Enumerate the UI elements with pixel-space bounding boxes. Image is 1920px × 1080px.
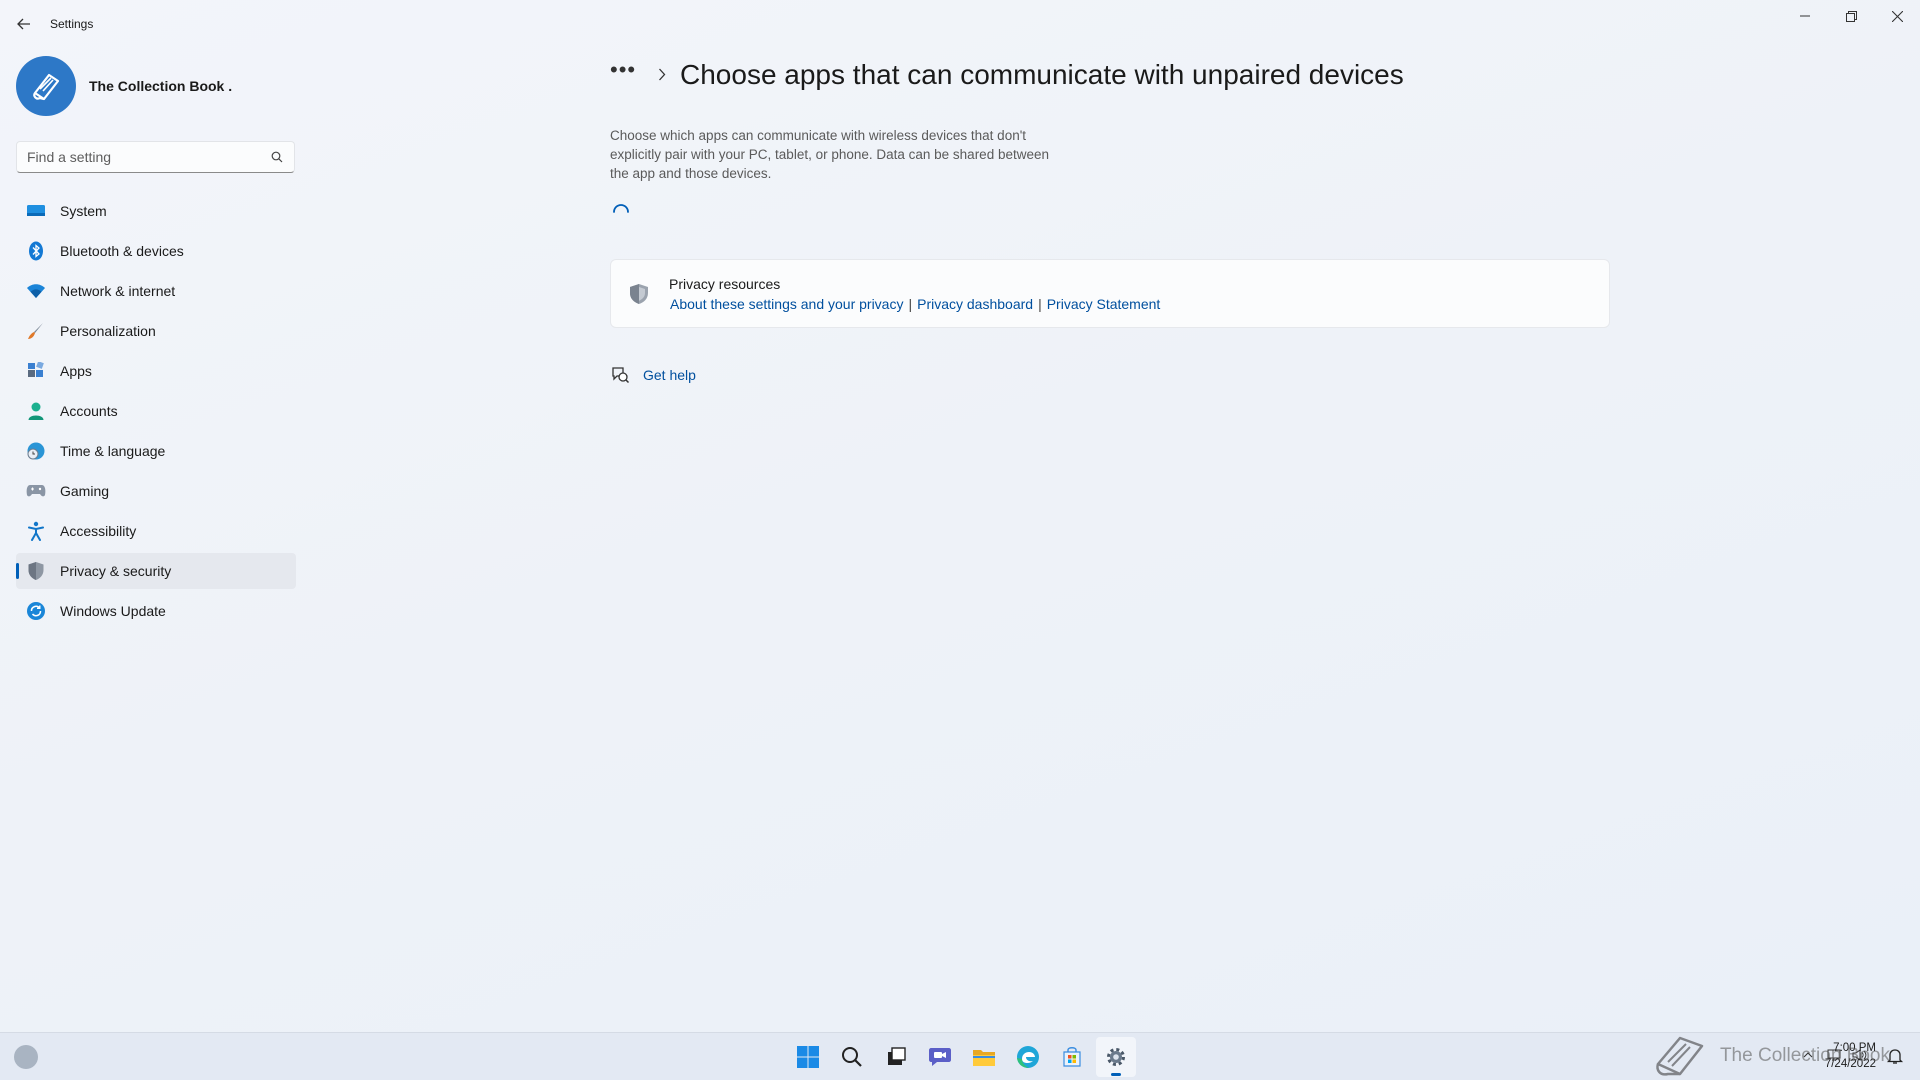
sidebar-item-label: Privacy & security [60,563,172,579]
bluetooth-icon [26,241,46,261]
sidebar-item-gaming[interactable]: Gaming [16,473,296,509]
sidebar-item-privacy-security[interactable]: Privacy & security [16,553,296,589]
breadcrumb: ••• Choose apps that can communicate wit… [610,52,1610,98]
shield-icon [627,282,651,306]
main-content: ••• Choose apps that can communicate wit… [610,52,1610,385]
privacy-statement-link[interactable]: Privacy Statement [1047,296,1161,312]
sidebar-item-bluetooth[interactable]: Bluetooth & devices [16,233,296,269]
arrow-left-icon [17,18,30,30]
sidebar-item-accessibility[interactable]: Accessibility [16,513,296,549]
system-icon [26,201,46,221]
back-button[interactable] [12,12,36,36]
about-privacy-link[interactable]: About these settings and your privacy [670,296,903,312]
shield-icon [26,561,46,581]
gamepad-icon [26,481,46,501]
sidebar-item-label: Accessibility [60,523,137,539]
close-icon [1891,10,1903,22]
privacy-links: About these settings and your privacy | … [670,296,1160,312]
update-icon [26,601,46,621]
chat-icon[interactable] [920,1037,960,1077]
chevron-right-icon [658,65,666,86]
restore-icon [1845,10,1857,22]
sidebar-item-label: System [60,203,107,219]
sidebar-item-network[interactable]: Network & internet [16,273,296,309]
link-separator: | [908,296,913,312]
taskbar: 7:00 PM 7/24/2022 [0,1032,1920,1080]
search-input[interactable] [27,149,270,165]
sidebar-item-label: Time & language [60,443,166,459]
minimize-icon [1800,15,1810,17]
page-description: Choose which apps can communicate with w… [610,128,1049,181]
apps-icon [26,361,46,381]
notification-bell-icon[interactable] [1886,1047,1904,1065]
sidebar-item-label: Windows Update [60,603,166,619]
sidebar-item-apps[interactable]: Apps [16,353,296,389]
sidebar-item-personalization[interactable]: Personalization [16,313,296,349]
sidebar-item-label: Accounts [60,403,118,419]
search-box [16,141,295,173]
taskbar-apps [788,1037,1140,1077]
chevron-up-icon[interactable] [1798,1045,1818,1065]
privacy-resources-card: Privacy resources About these settings a… [610,259,1610,328]
sidebar-item-system[interactable]: System [16,193,296,229]
sidebar-item-label: Gaming [60,483,110,499]
edge-icon[interactable] [1008,1037,1048,1077]
sidebar-item-label: Bluetooth & devices [60,243,184,259]
window-controls [1782,0,1920,32]
get-help-link[interactable]: Get help [643,367,696,383]
loading-spinner-icon [612,203,630,221]
title-bar: Settings [0,0,1920,48]
file-explorer-icon[interactable] [964,1037,1004,1077]
task-view-icon[interactable] [876,1037,916,1077]
avatar [16,56,76,116]
user-profile[interactable]: The Collection Book . [16,56,232,116]
taskbar-clock[interactable]: 7:00 PM 7/24/2022 [1825,1040,1876,1072]
help-chat-icon [610,365,630,385]
wifi-icon [26,281,46,301]
brush-icon [26,321,46,341]
sidebar-nav: System Bluetooth & devices Network & int… [16,193,296,633]
sidebar-item-windows-update[interactable]: Windows Update [16,593,296,629]
link-separator: | [1038,296,1042,312]
get-help-row: Get help [610,365,1610,385]
sidebar-item-label: Network & internet [60,283,176,299]
clock-date: 7/24/2022 [1824,1058,1876,1070]
sidebar-item-label: Apps [60,363,92,379]
minimize-button[interactable] [1782,0,1828,32]
settings-window: Settings The Collection Book . Find a se… [0,0,1920,1032]
search-icon[interactable] [832,1037,872,1077]
restore-button[interactable] [1828,0,1874,32]
book-icon [33,73,60,101]
start-icon[interactable] [788,1037,828,1077]
store-icon[interactable] [1052,1037,1092,1077]
privacy-resources-title: Privacy resources [669,276,781,292]
search-icon[interactable] [270,150,284,164]
app-title: Settings [50,17,94,31]
privacy-dashboard-link[interactable]: Privacy dashboard [917,296,1033,312]
sidebar-item-accounts[interactable]: Accounts [16,393,296,429]
widgets-icon[interactable] [14,1045,38,1069]
profile-name: The Collection Book . [89,78,233,94]
sidebar-item-label: Personalization [60,323,156,339]
globe-clock-icon [26,441,46,461]
clock-time: 7:00 PM [1833,1042,1876,1054]
sidebar-item-time-language[interactable]: Time & language [16,433,296,469]
breadcrumb-more-button[interactable]: ••• [610,59,646,81]
settings-icon[interactable] [1096,1037,1136,1077]
accessibility-icon [26,521,46,541]
close-button[interactable] [1874,0,1920,32]
page-title: Choose apps that can communicate with un… [680,59,1404,90]
person-icon [26,401,46,421]
